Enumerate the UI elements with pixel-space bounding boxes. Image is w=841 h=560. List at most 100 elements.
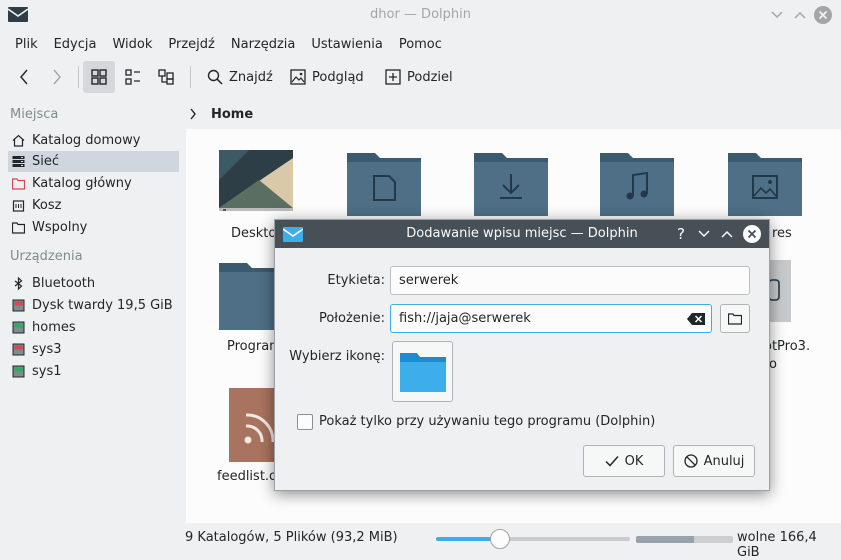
find-button[interactable]: Znajdź bbox=[203, 61, 277, 93]
location-input-value: fish://jaja@serwerek bbox=[399, 311, 531, 326]
dialog-titlebar[interactable]: Dodawanie wpisu miejsc — Dolphin ? bbox=[275, 220, 769, 248]
sidebar-item-label: Sieć bbox=[32, 154, 60, 169]
compact-view-icon bbox=[125, 69, 140, 85]
dialog-maximize-button[interactable] bbox=[717, 224, 737, 244]
maximize-button[interactable] bbox=[790, 5, 810, 25]
menu-help[interactable]: Pomoc bbox=[391, 37, 450, 52]
free-space-fill bbox=[636, 536, 695, 543]
free-space-text: wolne 166,4 GiB bbox=[737, 530, 817, 560]
choose-icon-button[interactable] bbox=[392, 341, 453, 402]
folder-item-documents[interactable] bbox=[347, 150, 421, 220]
sidebar-item-trash[interactable]: Kosz bbox=[8, 195, 179, 216]
preview-label: Podgląd bbox=[312, 69, 364, 85]
app-only-checkbox-label[interactable]: Pokaż tylko przy używaniu tego programu … bbox=[319, 414, 655, 429]
folder-icon bbox=[12, 221, 25, 234]
minimize-button[interactable] bbox=[767, 5, 787, 25]
sidebar-item-hard-drive[interactable]: Dysk twardy 19,5 GiB bbox=[8, 295, 179, 316]
chevron-up-icon bbox=[794, 11, 806, 19]
folder-item-downloads[interactable] bbox=[474, 150, 548, 220]
arrow-right-icon bbox=[53, 69, 61, 85]
app-only-checkbox[interactable] bbox=[297, 414, 313, 430]
zoom-slider[interactable] bbox=[436, 537, 630, 541]
label-field-label: Etykieta: bbox=[327, 273, 385, 288]
folder-item-pictures[interactable] bbox=[728, 150, 802, 220]
downloads-folder-icon bbox=[474, 153, 548, 216]
compact-view-button[interactable] bbox=[119, 61, 147, 93]
forward-button[interactable] bbox=[45, 61, 69, 93]
clear-text-icon[interactable] bbox=[687, 313, 705, 325]
sidebar-item-bluetooth[interactable]: Bluetooth bbox=[8, 273, 179, 294]
window-titlebar[interactable]: dhor — Dolphin bbox=[0, 0, 841, 30]
file-name: Deskto bbox=[231, 226, 277, 241]
ok-button[interactable]: OK bbox=[583, 445, 665, 477]
sidebar-item-network[interactable]: Sieć bbox=[8, 151, 179, 172]
zoom-slider-handle[interactable] bbox=[490, 529, 511, 549]
browse-location-button[interactable] bbox=[720, 304, 750, 333]
label-input[interactable]: serwerek bbox=[390, 266, 750, 295]
sidebar-item-label: sys3 bbox=[32, 342, 62, 357]
cancel-button[interactable]: Anuluj bbox=[673, 445, 755, 477]
sidebar-item-home[interactable]: Katalog domowy bbox=[8, 130, 179, 151]
toolbar: Znajdź Podgląd Podziel bbox=[0, 58, 841, 98]
menu-tools[interactable]: Narzędzia bbox=[223, 37, 304, 52]
file-name: feedlist.o bbox=[217, 469, 278, 484]
devices-header: Urządzenia bbox=[10, 249, 83, 264]
desktop-thumbnail bbox=[219, 150, 293, 211]
dialog-help-button[interactable]: ? bbox=[671, 224, 691, 244]
location-input[interactable]: fish://jaja@serwerek bbox=[390, 304, 712, 333]
arrow-left-icon bbox=[20, 69, 28, 85]
sidebar-item-label: Bluetooth bbox=[32, 276, 96, 291]
sidebar-item-wspolny[interactable]: Wspolny bbox=[8, 217, 179, 238]
icons-view-button[interactable] bbox=[83, 61, 115, 93]
folder-item-music[interactable] bbox=[600, 150, 674, 220]
menu-settings[interactable]: Ustawienia bbox=[303, 37, 390, 52]
menu-edit[interactable]: Edycja bbox=[46, 37, 105, 52]
close-icon bbox=[814, 6, 832, 24]
menu-go[interactable]: Przejdź bbox=[160, 37, 222, 52]
places-panel: Miejsca Katalog domowy Sieć Katalog głów… bbox=[0, 98, 184, 523]
file-item-desktop[interactable] bbox=[219, 150, 293, 220]
sidebar-item-homes[interactable]: homes bbox=[8, 317, 179, 338]
sidebar-item-root[interactable]: Katalog główny bbox=[8, 173, 179, 194]
drive-icon bbox=[12, 321, 25, 334]
details-view-button[interactable] bbox=[153, 61, 181, 93]
status-summary: 9 Katalogów, 5 Plików (93,2 MiB) bbox=[185, 530, 398, 545]
sidebar-item-label: Wspolny bbox=[32, 220, 88, 235]
sidebar-item-sys3[interactable]: sys3 bbox=[8, 339, 179, 360]
dialog-minimize-button[interactable] bbox=[694, 224, 714, 244]
breadcrumb-home[interactable]: Home bbox=[211, 107, 253, 122]
preview-button[interactable]: Podgląd bbox=[286, 61, 368, 93]
close-button[interactable] bbox=[813, 5, 833, 25]
root-folder-icon bbox=[12, 177, 25, 190]
find-label: Znajdź bbox=[229, 69, 273, 85]
checkmark-icon bbox=[605, 456, 619, 467]
chevron-up-icon bbox=[721, 230, 733, 238]
image-preview-icon bbox=[290, 69, 306, 85]
add-place-dialog: Dodawanie wpisu miejsc — Dolphin ? Etyki… bbox=[274, 219, 770, 491]
chevron-right-icon[interactable] bbox=[189, 108, 197, 120]
window-title: dhor — Dolphin bbox=[370, 7, 471, 22]
pictures-folder-icon bbox=[728, 153, 802, 216]
status-bar: 9 Katalogów, 5 Plików (93,2 MiB) wolne 1… bbox=[0, 523, 841, 560]
network-icon bbox=[12, 155, 25, 168]
sidebar-item-sys1[interactable]: sys1 bbox=[8, 361, 179, 382]
sidebar-item-label: Kosz bbox=[32, 198, 62, 213]
label-input-value: serwerek bbox=[399, 273, 459, 288]
documents-folder-icon bbox=[347, 153, 421, 216]
dialog-close-button[interactable] bbox=[742, 224, 762, 244]
location-label: Położenie: bbox=[318, 311, 385, 326]
hard-drive-icon bbox=[12, 299, 25, 312]
menu-view[interactable]: Widok bbox=[104, 37, 160, 52]
cancel-label: Anuluj bbox=[703, 453, 745, 469]
split-view-icon bbox=[385, 69, 401, 85]
drive-icon bbox=[12, 365, 25, 378]
menu-file[interactable]: Plik bbox=[7, 37, 46, 52]
toolbar-separator bbox=[190, 66, 191, 88]
split-view-button[interactable]: Podziel bbox=[381, 61, 457, 93]
file-name: o bbox=[769, 357, 777, 372]
file-name: res bbox=[772, 226, 792, 241]
places-header: Miejsca bbox=[10, 107, 59, 122]
sidebar-item-label: Katalog główny bbox=[32, 176, 132, 191]
sidebar-item-label: Dysk twardy 19,5 GiB bbox=[32, 298, 173, 313]
back-button[interactable] bbox=[12, 61, 36, 93]
